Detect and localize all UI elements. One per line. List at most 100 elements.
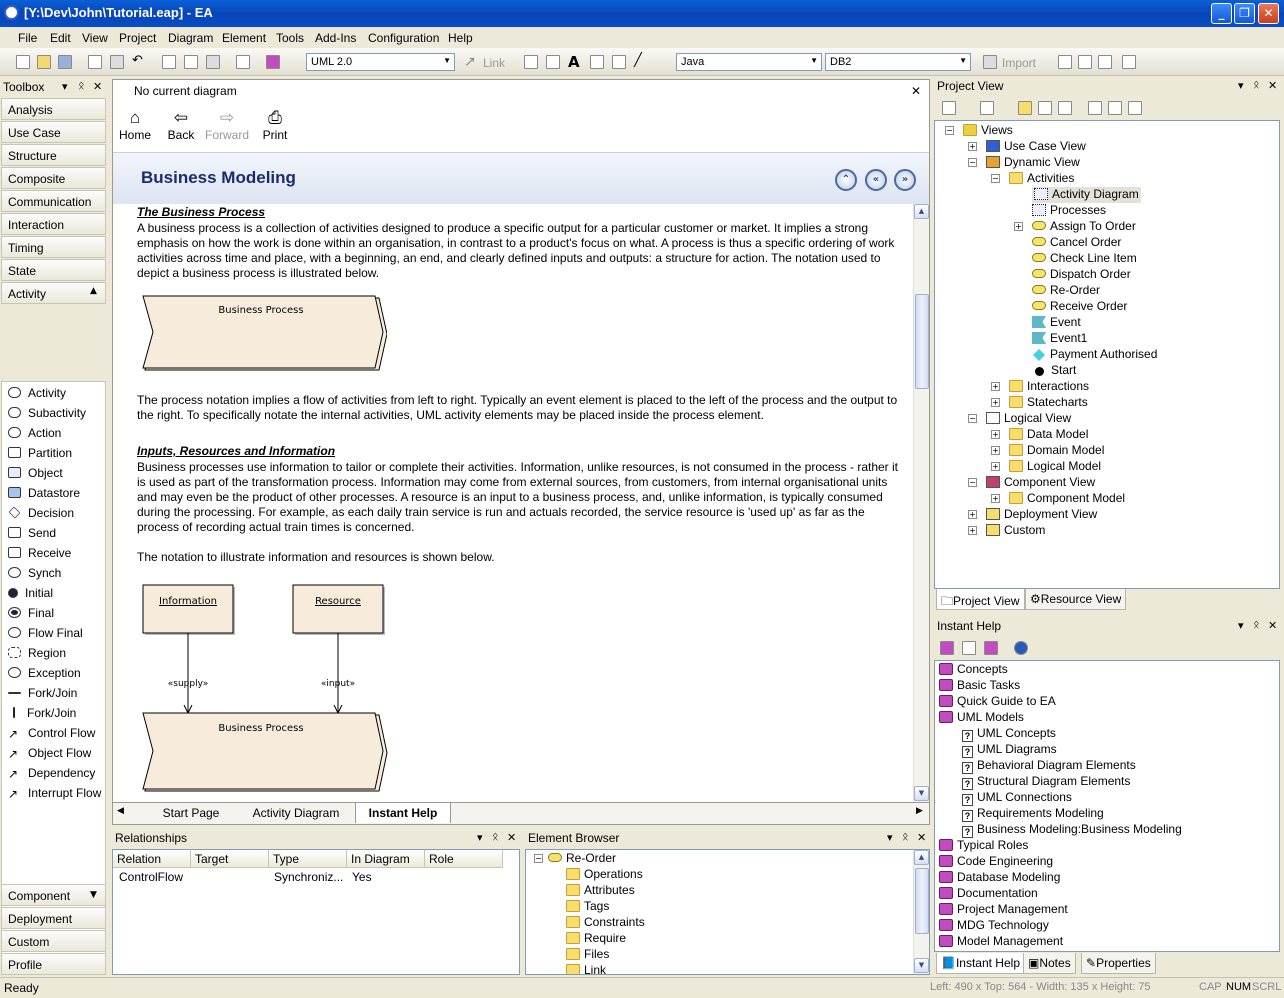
tree-item-cancel-order[interactable]: Cancel Order — [1032, 235, 1121, 251]
help-topic-basic-tasks[interactable]: Basic Tasks — [939, 678, 1020, 694]
question-icon[interactable] — [962, 641, 976, 655]
tree-item-start[interactable]: Start — [1032, 363, 1076, 379]
report-icon[interactable] — [236, 55, 250, 69]
scroll-up-icon[interactable]: ▲ — [914, 850, 929, 865]
language-select[interactable]: Java ▼ — [676, 53, 822, 71]
tab-instant-help-panel[interactable]: 📘Instant Help — [936, 953, 1025, 974]
tree-item-files[interactable]: Files — [566, 947, 609, 963]
toolbox-category-structure[interactable]: Structure — [1, 144, 106, 166]
help-topic-structural-diagram-elements[interactable]: ? Structural Diagram Elements — [962, 774, 1130, 790]
toolbox-category-deployment[interactable]: Deployment — [1, 907, 106, 929]
scroll-down-icon[interactable]: ▼ — [914, 786, 929, 801]
previous-topic-button[interactable]: « — [865, 169, 887, 191]
properties-icon[interactable] — [1058, 101, 1072, 115]
close-icon[interactable]: ✕ — [1268, 79, 1277, 92]
tree-item-event[interactable]: Event — [1032, 315, 1081, 331]
close-icon[interactable]: ✕ — [917, 831, 926, 844]
toolbox-item-activity-0[interactable]: Activity — [8, 386, 66, 404]
tree-item-component-view[interactable]: Component View — [986, 475, 1095, 491]
scroll-top-button[interactable]: ⌃ — [835, 169, 857, 191]
tab-properties[interactable]: ✎Properties — [1081, 953, 1156, 974]
toolbox-item-partition-3[interactable]: Partition — [8, 446, 72, 464]
toolbox-item-decision-6[interactable]: Decision — [8, 506, 74, 524]
tree-item-processes[interactable]: Processes — [1032, 203, 1106, 219]
collapse-icon[interactable]: − — [534, 854, 543, 863]
close-button[interactable]: ✕ — [1258, 3, 1279, 24]
contents-book-icon[interactable] — [940, 641, 954, 655]
help-topic-database-modeling[interactable]: Database Modeling — [939, 870, 1060, 886]
import-label[interactable]: Import — [1002, 56, 1036, 70]
new-diagram-icon[interactable] — [980, 101, 994, 115]
collapse-icon[interactable]: − — [968, 414, 977, 423]
minimize-button[interactable]: _ — [1211, 3, 1232, 24]
close-icon[interactable]: ✕ — [507, 831, 516, 844]
scroll-thumb[interactable] — [915, 868, 929, 934]
toolbox-item-object-4[interactable]: Object — [8, 466, 63, 484]
tree-item-attributes[interactable]: Attributes — [566, 883, 635, 899]
toolbox-item-initial-10[interactable]: Initial — [8, 586, 53, 604]
tree-item-use-case-view[interactable]: Use Case View — [986, 139, 1086, 155]
dropdown-icon[interactable]: ▾ — [62, 80, 68, 93]
toolbox-item-region-13[interactable]: Region — [8, 646, 66, 664]
tree-item-constraints[interactable]: Constraints — [566, 915, 645, 931]
note-icon[interactable] — [546, 55, 560, 69]
home-button[interactable]: ⌂ Home — [113, 108, 157, 142]
tree-item-views[interactable]: Views — [963, 123, 1013, 139]
help-topic-business-modeling-business-modeling[interactable]: ? Business Modeling:Business Modeling — [962, 822, 1182, 838]
expand-icon[interactable]: + — [968, 142, 977, 151]
tree-item-dispatch-order[interactable]: Dispatch Order — [1032, 267, 1131, 283]
tree-item-assign-to-order[interactable]: Assign To Order — [1032, 219, 1136, 235]
help-scrollbar[interactable]: ▲ ▼ — [913, 204, 929, 802]
tab-project-view[interactable]: 🗀Project View — [936, 589, 1025, 610]
help-topic-documentation[interactable]: Documentation — [939, 886, 1038, 902]
dropdown-icon[interactable]: ▾ — [477, 831, 483, 844]
rectangle-icon[interactable] — [524, 55, 538, 69]
col-relation[interactable]: Relation — [113, 850, 191, 868]
expand-icon[interactable]: + — [991, 494, 1000, 503]
tree-item-deployment-view[interactable]: Deployment View — [986, 507, 1097, 523]
menu-project[interactable]: Project — [119, 31, 156, 45]
toolbox-category-analysis[interactable]: Analysis — [1, 98, 106, 120]
toolbox-item-receive-8[interactable]: Receive — [8, 546, 71, 564]
help-topic-quick-guide-to-ea[interactable]: Quick Guide to EA — [939, 694, 1056, 710]
tab-start-page[interactable]: Start Page — [151, 803, 231, 823]
menu-diagram[interactable]: Diagram — [168, 31, 213, 45]
col-type[interactable]: Type — [269, 850, 347, 868]
help-topic-model-management[interactable]: Model Management — [939, 934, 1063, 950]
image-icon[interactable] — [612, 55, 626, 69]
move-up-icon[interactable] — [1088, 101, 1102, 115]
tree-item-activities[interactable]: Activities — [1009, 171, 1074, 187]
close-icon[interactable]: ✕ — [93, 80, 102, 93]
toolbox-category-state[interactable]: State — [1, 259, 106, 281]
new-folder-icon[interactable] — [1018, 101, 1032, 115]
expand-icon[interactable]: + — [991, 398, 1000, 407]
tree-item-operations[interactable]: Operations — [566, 867, 643, 883]
doc-icon[interactable] — [590, 55, 604, 69]
toolbox-category-interaction[interactable]: Interaction — [1, 213, 106, 235]
menu-edit[interactable]: Edit — [50, 31, 71, 45]
tree-item-link[interactable]: Link — [566, 963, 606, 974]
tree-item-receive-order[interactable]: Receive Order — [1032, 299, 1127, 315]
expand-chevron-icon[interactable]: ▼ — [90, 890, 97, 900]
toolbox-item-exception-14[interactable]: Exception — [8, 666, 81, 684]
expand-icon[interactable]: + — [991, 430, 1000, 439]
toolbox-item-dependency-19[interactable]: ↗ Dependency — [8, 766, 95, 784]
dropdown-icon[interactable]: ▾ — [1238, 619, 1244, 632]
tree-item-require[interactable]: Require — [566, 931, 626, 947]
toolbox-item-synch-9[interactable]: Synch — [8, 566, 61, 584]
help-topic-mdg-technology[interactable]: MDG Technology — [939, 918, 1049, 934]
toolbox-category-communication[interactable]: Communication — [1, 190, 106, 212]
tab-notes[interactable]: ▣Notes — [1023, 953, 1076, 974]
toolbox-item-datastore-5[interactable]: Datastore — [8, 486, 80, 504]
maximize-button[interactable]: ❐ — [1234, 3, 1255, 24]
help-topic-project-management[interactable]: Project Management — [939, 902, 1068, 918]
text-icon[interactable]: A — [568, 53, 580, 71]
undo-icon[interactable]: ↶ — [132, 53, 146, 68]
link-label[interactable]: Link — [483, 56, 505, 70]
copy-icon[interactable] — [88, 55, 102, 69]
expand-icon[interactable]: + — [991, 382, 1000, 391]
tree-item-interactions[interactable]: Interactions — [1009, 379, 1089, 395]
help-topic-uml-diagrams[interactable]: ? UML Diagrams — [962, 742, 1057, 758]
element-browser-scrollbar[interactable]: ▲ ▼ — [913, 850, 929, 974]
collapse-icon[interactable]: − — [968, 478, 977, 487]
